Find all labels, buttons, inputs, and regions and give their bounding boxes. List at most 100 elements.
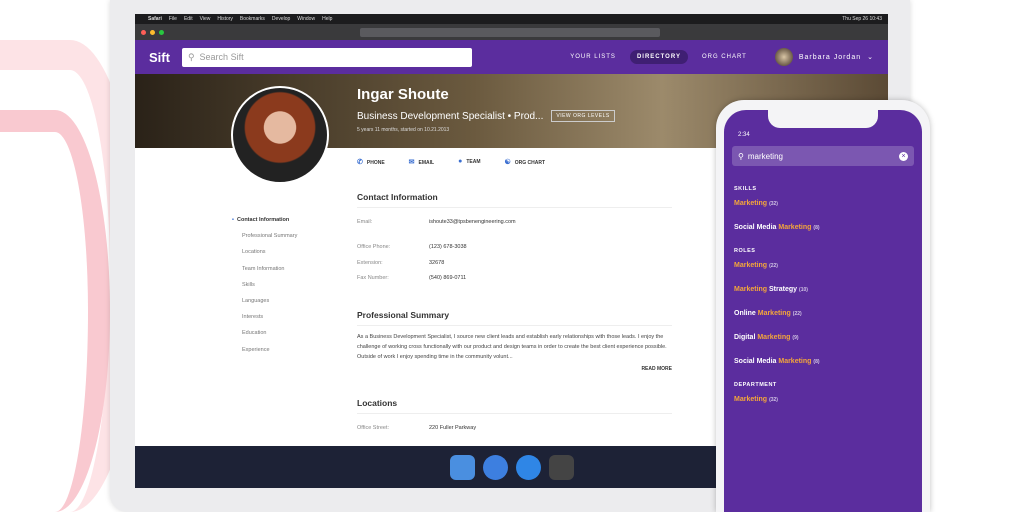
finder-icon[interactable] <box>449 454 475 480</box>
search-icon: ⚲ <box>187 51 195 62</box>
section-link[interactable]: Skills <box>232 277 297 293</box>
user-name: Barbara Jordan <box>798 53 862 61</box>
phone-search-input[interactable]: ⚲ marketing × <box>732 146 914 166</box>
fax-value[interactable]: (540) 869-0711 <box>429 275 466 281</box>
browser-toolbar <box>135 24 888 40</box>
result-text: Social Media <box>734 224 779 231</box>
section-link[interactable]: Professional Summary <box>232 228 297 244</box>
result-highlight: Marketing <box>757 334 791 341</box>
menu-item[interactable]: File <box>169 16 177 22</box>
menu-item[interactable]: Develop <box>272 16 290 22</box>
menu-item[interactable]: Edit <box>184 16 193 22</box>
email-value[interactable]: ishoute33@tpsbenengineering.com <box>429 219 516 225</box>
search-placeholder: Search Sift <box>199 52 244 62</box>
org-chart-action[interactable]: ☯ ORG CHART <box>505 158 546 166</box>
result-text: Digital <box>734 334 758 341</box>
profile-name: Ingar Shoute <box>357 86 449 103</box>
nav-directory[interactable]: DIRECTORY <box>629 50 688 64</box>
phone-action[interactable]: ✆ PHONE <box>357 158 385 166</box>
menu-item[interactable]: View <box>200 16 211 22</box>
maximize-button[interactable] <box>159 29 164 35</box>
team-action[interactable]: ● TEAM <box>458 158 480 166</box>
result-highlight: Marketing <box>734 262 768 269</box>
result-highlight: Marketing <box>734 200 768 207</box>
result-count: (22) <box>769 263 778 269</box>
address-bar[interactable] <box>360 28 660 37</box>
org-chart-action-label: ORG CHART <box>514 160 546 166</box>
search-query: marketing <box>747 151 783 161</box>
avatar <box>774 48 793 66</box>
result-section-header: DEPARTMENT <box>734 382 777 388</box>
extension-value[interactable]: 32678 <box>429 260 444 266</box>
phone-icon: ✆ <box>357 159 363 166</box>
menu-item[interactable]: Window <box>297 16 315 22</box>
result-item[interactable]: Digital Marketing (9) <box>734 334 912 341</box>
app-header: Sift ⚲ Search Sift YOUR LISTS DIRECTORY O… <box>135 40 888 74</box>
email-action[interactable]: ✉ EMAIL <box>409 158 434 166</box>
result-count: (32) <box>769 201 778 207</box>
result-item[interactable]: Marketing (22) <box>734 262 912 269</box>
phone-frame: 2:34 ⚲ marketing × SKILLS Marketing (32) Soci… <box>716 100 930 512</box>
user-menu[interactable]: Barbara Jordan ⌄ <box>774 48 874 66</box>
result-count: (9) <box>792 335 799 341</box>
view-org-levels-button[interactable]: VIEW ORG LEVELS <box>551 110 615 122</box>
result-count: (32) <box>769 397 778 403</box>
org-chart-icon: ☯ <box>504 159 511 166</box>
close-button[interactable] <box>141 29 146 35</box>
phone-action-label: PHONE <box>366 160 385 166</box>
result-text: Social Media <box>734 358 779 365</box>
clock: Thu Sep 26 10:43 <box>842 16 882 22</box>
phone-value[interactable]: (123) 678-3038 <box>429 244 467 250</box>
result-item[interactable]: Marketing (32) <box>734 396 912 403</box>
office-street-value[interactable]: 220 Fuller Parkway <box>429 425 476 431</box>
profile-photo <box>231 86 329 184</box>
chevron-down-icon: ⌄ <box>867 54 874 61</box>
field-label: Email: <box>357 218 373 225</box>
result-section-header: SKILLS <box>734 186 757 192</box>
messages-icon[interactable] <box>482 454 508 480</box>
menu-app[interactable]: Safari <box>148 16 162 22</box>
section-link[interactable]: Locations <box>232 244 297 260</box>
field-label: Office Phone: <box>357 244 391 251</box>
section-link[interactable]: Team Information <box>232 261 297 277</box>
section-link[interactable]: • Contact Information <box>232 212 297 228</box>
field-label: Office Street: <box>357 424 389 431</box>
menu-item[interactable]: Bookmarks <box>240 16 265 22</box>
email-icon: ✉ <box>408 159 415 166</box>
result-item[interactable]: Online Marketing (22) <box>734 310 912 317</box>
clear-icon[interactable]: × <box>899 151 908 161</box>
search-icon: ⚲ <box>738 151 744 161</box>
phone-time: 2:34 <box>738 132 750 138</box>
section-link[interactable]: Interests <box>232 309 297 325</box>
mac-menubar: Safari File Edit View History Bookmarks … <box>135 14 888 24</box>
nav-org-chart[interactable]: ORG CHART <box>702 54 747 60</box>
profile-content: Contact Information Email: ishoute33@tpsb… <box>357 192 672 436</box>
result-count: (22) <box>792 311 802 317</box>
email-action-label: EMAIL <box>418 160 435 166</box>
section-link-label: Contact Information <box>236 217 290 223</box>
minimize-button[interactable] <box>150 29 155 35</box>
search-input[interactable]: ⚲ Search Sift <box>181 47 472 67</box>
field-label: Fax Number: <box>357 275 389 282</box>
result-highlight: Marketing <box>734 396 768 403</box>
sift-logo[interactable]: Sift <box>149 50 170 65</box>
summary-text: As a Business Development Specialist, I … <box>357 334 667 360</box>
nav-your-lists[interactable]: YOUR LISTS <box>570 54 616 60</box>
section-link[interactable]: Education <box>232 325 297 341</box>
section-link[interactable]: Languages <box>232 293 297 309</box>
safari-icon[interactable] <box>515 454 541 480</box>
section-link[interactable]: Experience <box>232 342 297 358</box>
menu-item[interactable]: History <box>217 16 233 22</box>
result-item[interactable]: Marketing Strategy (10) <box>734 286 912 293</box>
result-highlight: Marketing <box>734 286 768 293</box>
result-count: (8) <box>813 359 820 365</box>
result-highlight: Marketing <box>757 310 791 317</box>
search-results: SKILLS Marketing (32) Social Media Marketin… <box>734 180 912 420</box>
trash-icon[interactable] <box>548 454 574 480</box>
locations-heading: Locations <box>357 398 672 414</box>
result-item[interactable]: Marketing (32) <box>734 200 912 207</box>
result-item[interactable]: Social Media Marketing (8) <box>734 358 912 365</box>
team-action-label: TEAM <box>466 159 481 165</box>
result-item[interactable]: Social Media Marketing (8) <box>734 224 912 231</box>
menu-item[interactable]: Help <box>322 16 332 22</box>
